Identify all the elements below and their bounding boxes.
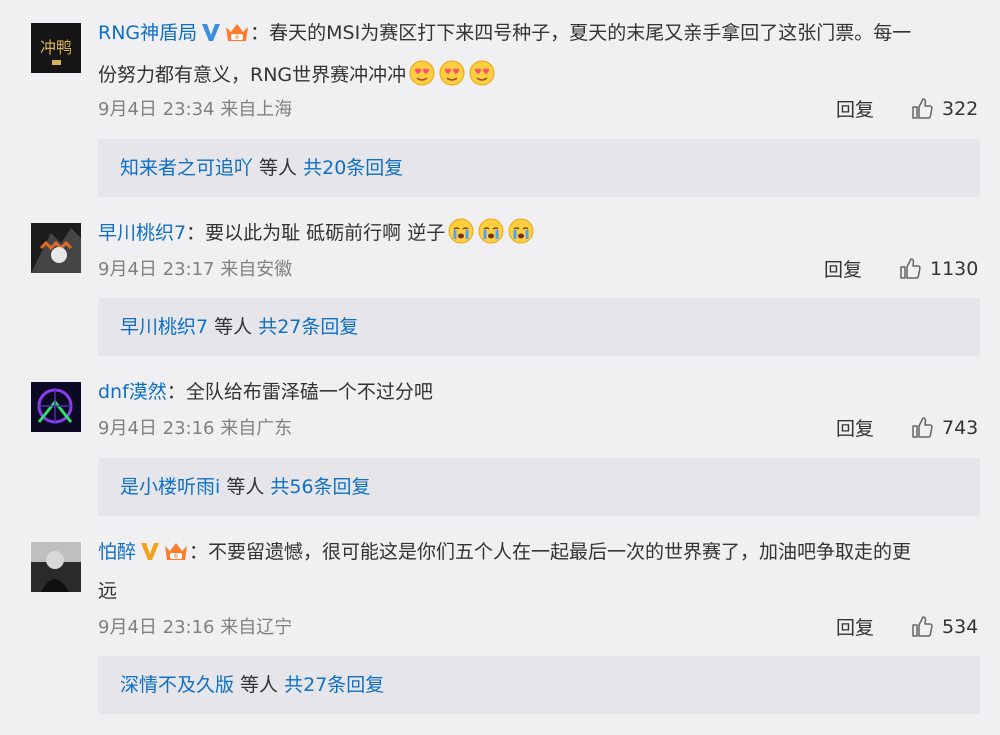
reply-count-link[interactable]: 共27条回复: [284, 674, 384, 696]
reply-button[interactable]: 回复: [836, 98, 874, 122]
reply-summary: 知来者之可追吖 等人 共20条回复: [98, 139, 980, 197]
thumbs-up-icon: [910, 416, 934, 440]
crying-emoji: [447, 217, 475, 245]
reply-count-link[interactable]: 共20条回复: [303, 157, 403, 179]
reply-button[interactable]: 回复: [824, 258, 862, 282]
avatar[interactable]: [31, 382, 81, 432]
svg-text:冲鸭: 冲鸭: [40, 38, 72, 57]
reply-button[interactable]: 回复: [836, 417, 874, 441]
reply-summary: 早川桃织7 等人 共27条回复: [98, 298, 980, 356]
reply-mid-text: 等人: [234, 674, 285, 696]
comment-text: 早川桃织7：要以此为耻 砥砺前行啊 逆子: [98, 216, 980, 251]
reply-user-link[interactable]: 是小楼听雨i: [120, 476, 220, 498]
reply-user-link[interactable]: 知来者之可追吖: [120, 157, 253, 179]
avatar[interactable]: [31, 542, 81, 592]
verified-v-orange-icon: [141, 543, 160, 560]
like-count: 743: [942, 417, 979, 439]
reply-summary: 深情不及久版 等人 共27条回复: [98, 656, 980, 714]
reply-count-link[interactable]: 共56条回复: [270, 476, 370, 498]
separator: ：: [186, 222, 206, 244]
thumbs-up-icon: [910, 615, 934, 639]
like-count: 322: [942, 98, 979, 120]
separator: ：: [250, 22, 270, 44]
comment-body: 春天的MSI为赛区打下来四号种子，夏天的末尾又亲手拿回了这张门票。每一: [269, 22, 912, 44]
crying-emoji: [477, 217, 505, 245]
like-button[interactable]: 322: [910, 97, 978, 121]
comment-text: dnf漠然：全队给布雷泽磕一个不过分吧: [98, 375, 980, 410]
username-link[interactable]: 早川桃织7: [98, 222, 186, 244]
username-link[interactable]: 怕醉: [98, 541, 136, 563]
reply-mid-text: 等人: [220, 476, 271, 498]
reply-button[interactable]: 回复: [836, 616, 874, 640]
reply-mid-text: 等人: [253, 157, 304, 179]
reply-count-link[interactable]: 共27条回复: [258, 316, 358, 338]
thumbs-up-icon: [910, 97, 934, 121]
avatar[interactable]: 冲鸭: [31, 23, 81, 73]
avatar[interactable]: [31, 223, 81, 273]
reply-mid-text: 等人: [208, 316, 259, 338]
comment-time: 9月4日 23:16 来自广东: [98, 418, 293, 439]
comment-text: 怕醉 6 ：不要留遗憾，很可能这是你们五个人在一起最后一次的世界赛了，加油吧争取走的…: [98, 535, 980, 570]
comment-body: 份努力都有意义，RNG世界赛冲冲冲: [98, 64, 407, 86]
like-button[interactable]: 534: [910, 615, 978, 639]
verified-v-blue-icon: [202, 24, 221, 41]
like-button[interactable]: 1130: [898, 257, 978, 281]
comment-text: RNG神盾局 6 ：春天的MSI为赛区打下来四号种子，夏天的末尾又亲手拿回了这张门票…: [98, 16, 980, 51]
comment-text: 份努力都有意义，RNG世界赛冲冲冲: [98, 58, 980, 93]
heart-eyes-emoji: [408, 59, 436, 87]
comment-body: 全队给布雷泽磕一个不过分吧: [185, 381, 433, 403]
heart-eyes-emoji: [438, 59, 466, 87]
crown-badge-icon: 6: [226, 24, 249, 41]
svg-text:6: 6: [235, 34, 239, 41]
like-count: 1130: [930, 258, 979, 280]
crown-badge-icon: 6: [165, 543, 188, 560]
username-link[interactable]: dnf漠然: [98, 381, 167, 403]
reply-user-link[interactable]: 早川桃织7: [120, 316, 208, 338]
comment-time: 9月4日 23:17 来自安徽: [98, 259, 293, 280]
like-count: 534: [942, 616, 979, 638]
like-button[interactable]: 743: [910, 416, 978, 440]
username-link[interactable]: RNG神盾局: [98, 22, 197, 44]
comment-body: 远: [98, 580, 118, 602]
heart-eyes-emoji: [468, 59, 496, 87]
comment-body: 要以此为耻 砥砺前行啊 逆子: [205, 222, 446, 244]
crying-emoji: [507, 217, 535, 245]
reply-user-link[interactable]: 深情不及久版: [120, 674, 234, 696]
comment-time: 9月4日 23:34 来自上海: [98, 99, 293, 120]
reply-summary: 是小楼听雨i 等人 共56条回复: [98, 458, 980, 516]
svg-text:6: 6: [174, 553, 178, 560]
thumbs-up-icon: [898, 257, 922, 281]
comment-text: 远: [98, 574, 980, 609]
comment-body: 不要留遗憾，很可能这是你们五个人在一起最后一次的世界赛了，加油吧争取走的更: [208, 541, 912, 563]
separator: ：: [189, 541, 209, 563]
comment-time: 9月4日 23:16 来自辽宁: [98, 617, 293, 638]
separator: ：: [166, 381, 186, 403]
